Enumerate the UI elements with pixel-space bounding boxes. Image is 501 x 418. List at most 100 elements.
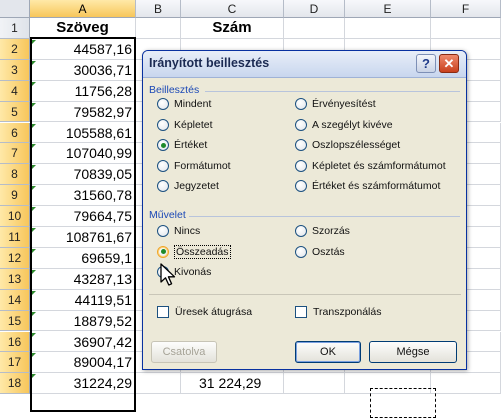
row-header-7[interactable]: 7 — [0, 143, 30, 165]
transpose-checkbox[interactable]: Transzponálás — [295, 304, 381, 320]
row-header-9[interactable]: 9 — [0, 185, 30, 207]
cell-a4[interactable]: 11756,28 — [30, 80, 136, 102]
ok-button[interactable]: OK — [295, 341, 361, 363]
error-indicator-icon — [31, 248, 36, 254]
error-indicator-icon — [31, 332, 36, 338]
cell-a10[interactable]: 79664,75 — [30, 206, 136, 227]
row-header-2[interactable]: 2 — [0, 38, 30, 60]
cell-e1[interactable] — [345, 18, 431, 39]
operation-option-kivonas[interactable]: Kivonás — [157, 264, 211, 280]
select-all-corner[interactable] — [0, 0, 30, 18]
radio-button[interactable] — [157, 266, 169, 278]
row-header-6[interactable]: 6 — [0, 122, 30, 144]
cell-a13[interactable]: 43287,13 — [30, 268, 136, 290]
paste-option-formatumot[interactable]: Formátumot — [157, 158, 231, 174]
radio-button[interactable] — [295, 98, 307, 110]
operation-option-szorzas[interactable]: Szorzás — [295, 223, 350, 239]
cell-a11[interactable]: 108761,67 — [30, 227, 136, 248]
close-button[interactable]: ✕ — [439, 54, 459, 73]
row-header-13[interactable]: 13 — [0, 268, 30, 290]
column-header-f[interactable]: F — [431, 0, 501, 18]
cell-a15[interactable]: 18879,52 — [30, 310, 136, 332]
radio-button[interactable] — [157, 98, 169, 110]
cell-b18[interactable] — [136, 373, 181, 395]
paste-link-button[interactable]: Csatolva — [151, 341, 217, 363]
cell-f1[interactable] — [431, 18, 501, 39]
row-header-15[interactable]: 15 — [0, 310, 30, 332]
error-indicator-icon — [31, 123, 36, 129]
radio-button[interactable] — [157, 139, 169, 151]
row-header-14[interactable]: 14 — [0, 289, 30, 311]
help-button[interactable]: ? — [416, 54, 436, 73]
paste-option-jegyzetet[interactable]: Jegyzetet — [157, 178, 219, 194]
cell-a16[interactable]: 36907,42 — [30, 331, 136, 353]
row-header-12[interactable]: 12 — [0, 247, 30, 269]
column-header-a[interactable]: A — [30, 0, 136, 18]
radio-button[interactable] — [157, 118, 169, 131]
radio-button[interactable] — [157, 245, 169, 258]
dialog-title: Irányított beillesztés — [149, 56, 270, 70]
cell-b1[interactable] — [136, 18, 181, 39]
radio-button[interactable] — [157, 159, 169, 172]
column-header-d[interactable]: D — [284, 0, 345, 18]
cell-c18[interactable]: 31 224,29 — [181, 373, 284, 395]
radio-button[interactable] — [157, 180, 169, 192]
cell-a12[interactable]: 69659,1 — [30, 247, 136, 269]
radio-button[interactable] — [295, 180, 307, 192]
paste-option-kepletet-es-szamformatumot[interactable]: Képletet és számformátumot — [295, 158, 446, 174]
column-header-e[interactable]: E — [345, 0, 431, 18]
row-header-16[interactable]: 16 — [0, 331, 30, 353]
cell-e18[interactable] — [345, 373, 431, 395]
paste-option-mindent[interactable]: Mindent — [157, 96, 211, 112]
row-header-18[interactable]: 18 — [0, 373, 30, 395]
error-indicator-icon — [31, 353, 36, 359]
radio-button[interactable] — [295, 159, 307, 172]
row-header-1[interactable]: 1 — [0, 18, 30, 39]
cell-a9[interactable]: 31560,78 — [30, 185, 136, 207]
cell-f18[interactable] — [431, 373, 501, 395]
radio-button[interactable] — [295, 245, 307, 258]
cell-a17[interactable]: 89004,17 — [30, 352, 136, 374]
paste-option-erteket-es-szamformatumot[interactable]: Értéket és számformátumot — [295, 178, 440, 194]
cell-a18[interactable]: 31224,29 — [30, 373, 136, 395]
row-header-5[interactable]: 5 — [0, 101, 30, 123]
cell-a1[interactable]: Szöveg — [30, 18, 136, 39]
operation-option-osztas[interactable]: Osztás — [295, 244, 345, 260]
radio-button[interactable] — [157, 225, 169, 237]
row-header-17[interactable]: 17 — [0, 352, 30, 374]
paste-option-oszlopszelesseget[interactable]: Oszlopszélességet — [295, 137, 400, 153]
dialog-titlebar[interactable]: Irányított beillesztés ? ✕ — [143, 51, 466, 78]
column-header-b[interactable]: B — [136, 0, 181, 18]
cell-a3[interactable]: 30036,71 — [30, 59, 136, 81]
row-header-10[interactable]: 10 — [0, 206, 30, 227]
cell-a8[interactable]: 70839,05 — [30, 164, 136, 186]
cancel-button[interactable]: Mégse — [369, 341, 457, 363]
cell-a2[interactable]: 44587,16 — [30, 38, 136, 60]
cell-a7[interactable]: 107040,99 — [30, 143, 136, 165]
cell-a14[interactable]: 44119,51 — [30, 289, 136, 311]
operation-option-nincs[interactable]: Nincs — [157, 223, 200, 239]
transpose-box[interactable] — [295, 306, 307, 318]
paste-option-a-szegelyt-kiveve[interactable]: A szegélyt kivéve — [295, 117, 393, 133]
error-indicator-icon — [31, 290, 36, 296]
paste-option-erteket[interactable]: Értéket — [157, 137, 207, 153]
radio-button[interactable] — [295, 139, 307, 151]
cell-d1[interactable] — [284, 18, 345, 39]
cell-c1[interactable]: Szám — [181, 18, 284, 39]
paste-option-kepletet[interactable]: Képletet — [157, 117, 213, 133]
paste-option-ervenyesitest[interactable]: Érvényesítést — [295, 96, 376, 112]
skip-blanks-box[interactable] — [157, 306, 169, 318]
row-header-8[interactable]: 8 — [0, 164, 30, 186]
cell-a6[interactable]: 105588,61 — [30, 122, 136, 144]
operation-option-osszeadas[interactable]: Összeadás — [157, 244, 231, 260]
cell-d18[interactable] — [284, 373, 345, 395]
paste-option-label: Mindent — [174, 98, 212, 110]
row-header-4[interactable]: 4 — [0, 80, 30, 102]
radio-button[interactable] — [295, 118, 307, 131]
radio-button[interactable] — [295, 225, 307, 237]
row-header-3[interactable]: 3 — [0, 59, 30, 81]
column-header-c[interactable]: C — [181, 0, 284, 18]
skip-blanks-checkbox[interactable]: Üresek átugrása — [157, 304, 252, 320]
row-header-11[interactable]: 11 — [0, 227, 30, 248]
cell-a5[interactable]: 79582,97 — [30, 101, 136, 123]
